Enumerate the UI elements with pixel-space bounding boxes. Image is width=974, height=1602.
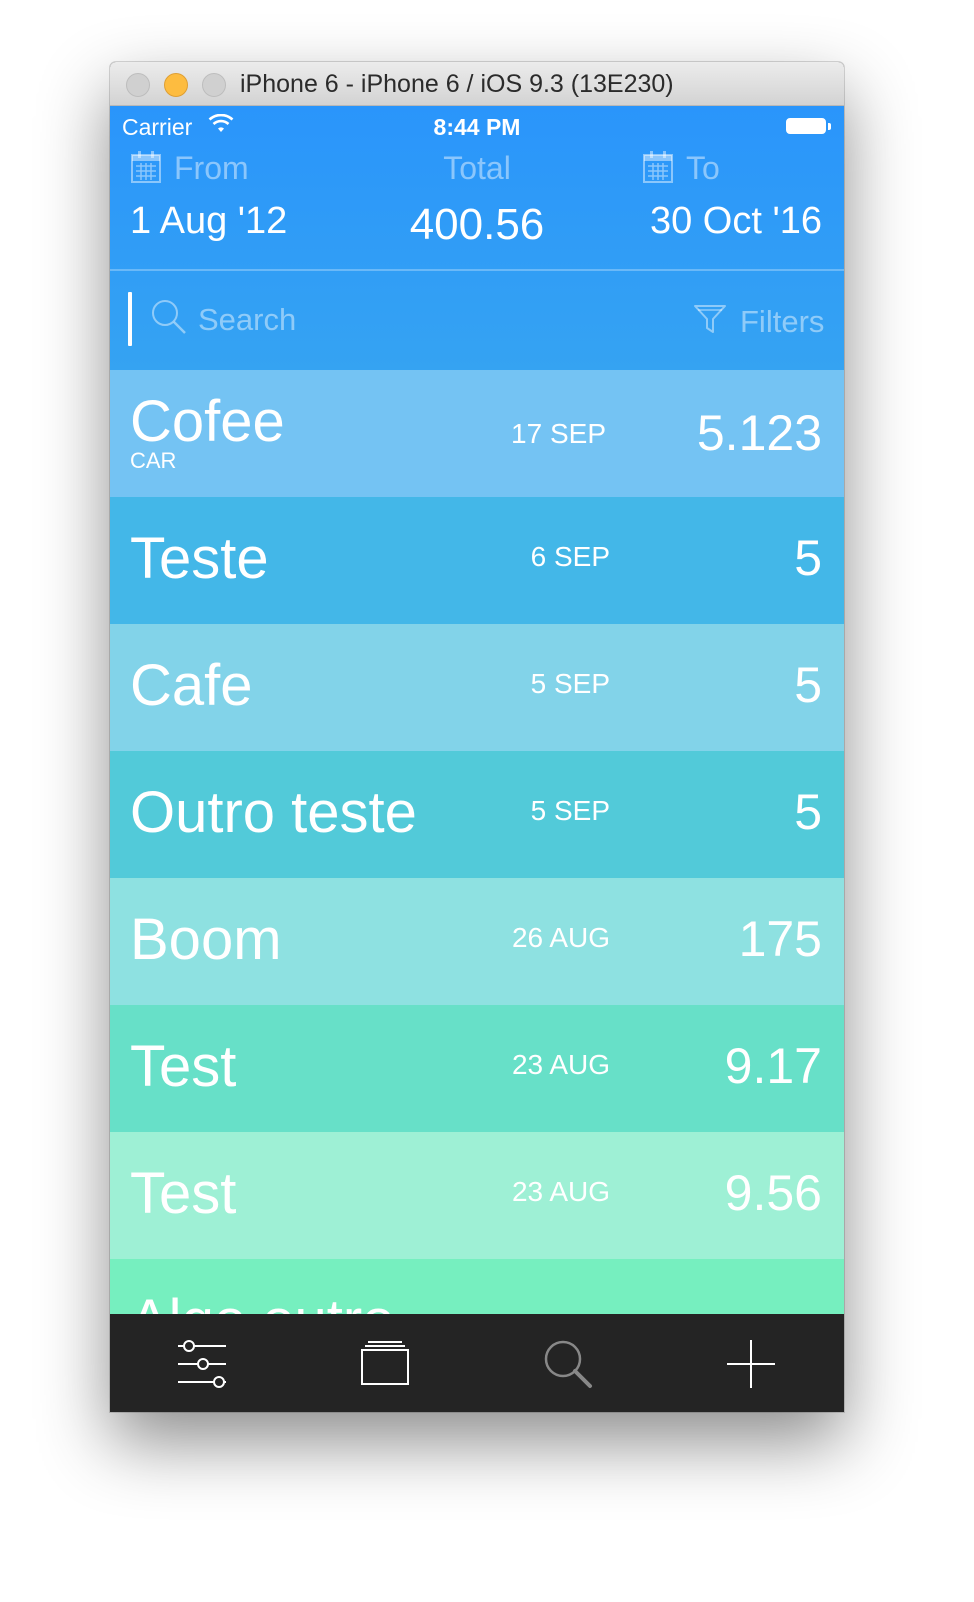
- to-label: To: [686, 150, 720, 186]
- item-name: Test: [130, 1034, 237, 1099]
- tab-bar: [110, 1314, 844, 1412]
- item-amount: 175: [738, 911, 822, 967]
- list-item[interactable]: Outro teste 5 SEP 5: [110, 751, 844, 878]
- stack-icon[interactable]: [359, 1338, 411, 1390]
- item-amount: 5.123: [696, 405, 822, 461]
- item-amount: 5: [794, 530, 822, 586]
- funnel-icon: [694, 305, 726, 333]
- item-name: Cofee: [130, 389, 285, 454]
- item-date: 5 SEP: [530, 668, 610, 699]
- list-item[interactable]: Boom 26 AUG 175: [110, 878, 844, 1005]
- item-category: CAR: [130, 448, 177, 473]
- simulator-window: iPhone 6 - iPhone 6 / iOS 9.3 (13E230) C…: [110, 62, 844, 1412]
- battery-tip: [828, 123, 831, 130]
- zoom-window-button[interactable]: [202, 73, 226, 97]
- item-date: 26 AUG: [511, 922, 610, 953]
- search-cursor: [128, 292, 132, 346]
- clock: 8:44 PM: [433, 114, 521, 140]
- filters-button[interactable]: Filters: [740, 304, 824, 340]
- item-amount: 9.56: [724, 1165, 822, 1221]
- item-date: 23 AUG: [511, 1049, 610, 1080]
- summary-header: Carrier 8:44 PM From 1 Aug '12 Total 400…: [110, 106, 844, 370]
- total-label: Total: [443, 150, 511, 186]
- item-amount: 5: [794, 784, 822, 840]
- list-item[interactable]: Cofee CAR 17 SEP 5.123: [110, 370, 844, 497]
- item-amount: 9.17: [724, 1038, 822, 1094]
- battery-icon: [786, 118, 826, 134]
- item-date: 6 SEP: [530, 541, 610, 572]
- window-title: iPhone 6 - iPhone 6 / iOS 9.3 (13E230): [240, 70, 674, 98]
- item-amount: 5: [794, 657, 822, 713]
- plus-icon[interactable]: [725, 1338, 777, 1390]
- search-icon: [152, 300, 186, 334]
- minimize-window-button[interactable]: [164, 73, 188, 97]
- list-item[interactable]: Test 23 AUG 9.56: [110, 1132, 844, 1259]
- item-name: Outro teste: [130, 780, 417, 845]
- search-icon[interactable]: [542, 1338, 594, 1390]
- item-name: Boom: [130, 907, 282, 972]
- phone-screen: Carrier 8:44 PM From 1 Aug '12 Total 400…: [110, 106, 844, 1412]
- status-bar: Carrier 8:44 PM: [110, 106, 844, 146]
- list-item[interactable]: Test 23 AUG 9.17: [110, 1005, 844, 1132]
- sliders-icon[interactable]: [176, 1338, 228, 1390]
- item-name: Teste: [130, 526, 269, 591]
- item-name: Test: [130, 1161, 237, 1226]
- item-date: 5 SEP: [530, 795, 610, 826]
- window-titlebar: iPhone 6 - iPhone 6 / iOS 9.3 (13E230): [110, 62, 844, 106]
- item-date: 17 SEP: [511, 418, 606, 449]
- list-item[interactable]: Teste 6 SEP 5: [110, 497, 844, 624]
- list-item[interactable]: Cafe 5 SEP 5: [110, 624, 844, 751]
- to-date-value[interactable]: 30 Oct '16: [650, 200, 822, 243]
- close-window-button[interactable]: [126, 73, 150, 97]
- header-divider: [110, 269, 844, 271]
- to-calendar-icon: [643, 151, 673, 183]
- search-input[interactable]: Search: [198, 302, 296, 338]
- item-date: 23 AUG: [511, 1176, 610, 1207]
- item-name: Cafe: [130, 653, 253, 718]
